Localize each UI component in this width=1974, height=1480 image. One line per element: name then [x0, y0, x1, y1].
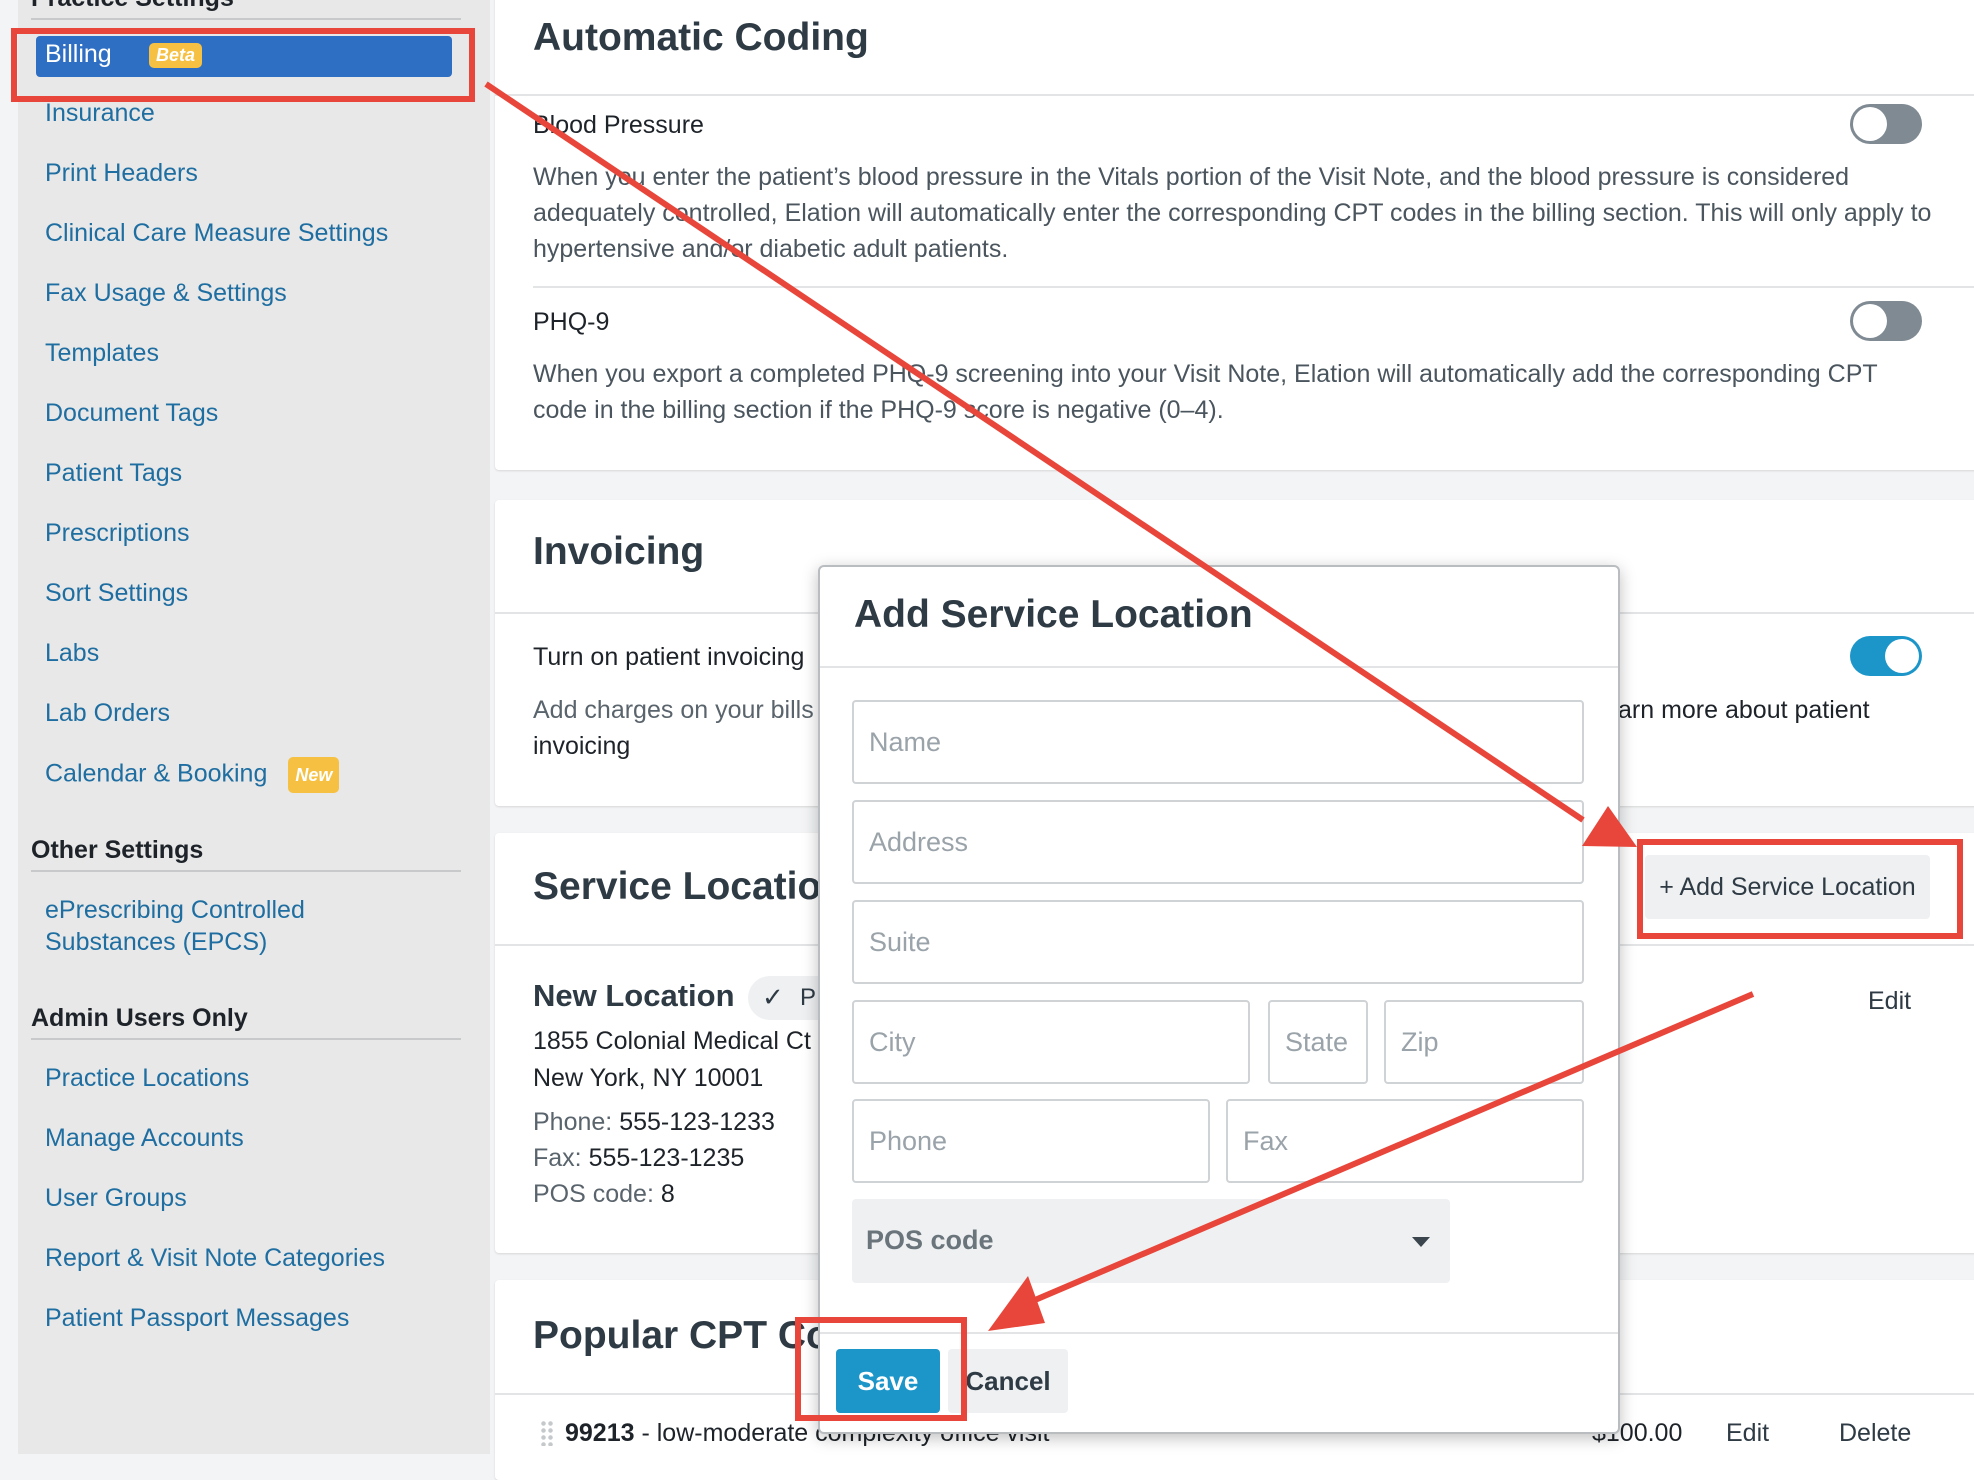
- sidebar-item-calendar-booking[interactable]: Calendar & Booking New: [45, 757, 340, 793]
- pos-value: 8: [660, 1180, 675, 1208]
- new-badge: New: [288, 757, 340, 793]
- sidebar-item-label: Billing: [45, 40, 112, 68]
- sidebar-item-patient-tags[interactable]: Patient Tags: [45, 457, 182, 489]
- blood-pressure-description: When you enter the patient’s blood press…: [533, 163, 1932, 263]
- suite-input[interactable]: [852, 900, 1584, 984]
- address-input[interactable]: [852, 800, 1584, 884]
- fax-value: 555-123-1235: [588, 1144, 745, 1172]
- cpt-edit-button[interactable]: Edit: [1726, 1419, 1769, 1448]
- sidebar-heading-practice: Practice Settings: [31, 0, 461, 20]
- address-line-2: New York, NY 10001: [533, 1064, 764, 1092]
- sidebar-item-print-headers[interactable]: Print Headers: [45, 157, 198, 189]
- blood-pressure-title: Blood Pressure: [533, 111, 704, 139]
- cpt-delete-button[interactable]: Delete: [1839, 1419, 1911, 1448]
- divider: [533, 286, 1974, 288]
- fax-line: Fax: 555-123-1235: [533, 1144, 744, 1173]
- caret-down-icon: [1412, 1237, 1430, 1247]
- cancel-button[interactable]: Cancel: [948, 1349, 1068, 1413]
- automatic-coding-title: Automatic Coding: [533, 16, 869, 59]
- popular-cpt-title: Popular CPT Co: [533, 1314, 830, 1357]
- pos-code-label: POS code: [866, 1225, 994, 1255]
- phq9-title: PHQ-9: [533, 308, 610, 336]
- pill-label: P: [800, 984, 817, 1011]
- sidebar-item-prescriptions[interactable]: Prescriptions: [45, 517, 190, 549]
- drag-handle-icon[interactable]: [540, 1420, 554, 1446]
- learn-more-link-continued[interactable]: invoicing: [533, 732, 630, 761]
- beta-badge: Beta: [149, 43, 203, 68]
- save-button[interactable]: Save: [836, 1349, 940, 1413]
- patient-invoicing-toggle[interactable]: [1850, 636, 1922, 676]
- fax-input[interactable]: [1226, 1099, 1584, 1183]
- automatic-coding-card: Automatic Coding Blood Pressure When you…: [495, 0, 1974, 470]
- fax-label: Fax:: [533, 1144, 582, 1172]
- divider: [495, 94, 1974, 96]
- toggle-knob: [1853, 304, 1887, 338]
- address-line-1: 1855 Colonial Medical Ct: [533, 1027, 811, 1055]
- check-icon: ✓: [762, 982, 784, 1012]
- sidebar-item-practice-locations[interactable]: Practice Locations: [45, 1062, 249, 1094]
- invoicing-title: Invoicing: [533, 530, 705, 573]
- location-name: New Location: [533, 978, 735, 1013]
- sidebar-item-insurance[interactable]: Insurance: [45, 97, 155, 129]
- sidebar-item-clinical-care[interactable]: Clinical Care Measure Settings: [45, 217, 388, 249]
- edit-location-button[interactable]: Edit: [1868, 987, 1911, 1016]
- sidebar-item-label: Calendar & Booking: [45, 759, 268, 788]
- patient-invoicing-title: Turn on patient invoicing: [533, 643, 805, 671]
- pos-label: POS code:: [533, 1180, 654, 1208]
- sidebar-item-report-categories[interactable]: Report & Visit Note Categories: [45, 1242, 385, 1274]
- phone-value: 555-123-1233: [619, 1108, 775, 1136]
- pos-line: POS code: 8: [533, 1180, 675, 1209]
- sidebar-item-patient-passport[interactable]: Patient Passport Messages: [45, 1302, 349, 1334]
- sidebar-item-document-tags[interactable]: Document Tags: [45, 397, 218, 429]
- settings-sidebar: Practice Settings Billing Beta Insurance…: [18, 0, 490, 1454]
- phone-input[interactable]: [852, 1099, 1210, 1183]
- state-input[interactable]: [1268, 1000, 1368, 1084]
- sidebar-item-templates[interactable]: Templates: [45, 337, 159, 369]
- add-service-location-modal: Add Service Location POS code Save Cance…: [818, 565, 1620, 1434]
- sidebar-item-lab-orders[interactable]: Lab Orders: [45, 697, 170, 729]
- sidebar-item-sort-settings[interactable]: Sort Settings: [45, 577, 188, 609]
- phq9-toggle[interactable]: [1850, 301, 1922, 341]
- zip-input[interactable]: [1384, 1000, 1584, 1084]
- toggle-knob: [1853, 107, 1887, 141]
- sidebar-item-manage-accounts[interactable]: Manage Accounts: [45, 1122, 244, 1154]
- pos-code-select[interactable]: POS code: [852, 1199, 1450, 1283]
- sidebar-item-epcs[interactable]: ePrescribing Controlled Substances (EPCS…: [45, 894, 305, 958]
- sidebar-heading-other: Other Settings: [31, 836, 461, 872]
- divider: [820, 666, 1618, 668]
- city-input[interactable]: [852, 1000, 1250, 1084]
- phone-label: Phone:: [533, 1108, 613, 1136]
- sidebar-item-labs[interactable]: Labs: [45, 637, 99, 669]
- name-input[interactable]: [852, 700, 1584, 784]
- blood-pressure-toggle[interactable]: [1850, 104, 1922, 144]
- sidebar-item-label: Substances (EPCS): [45, 928, 268, 956]
- sidebar-item-label: ePrescribing Controlled: [45, 896, 305, 924]
- phone-line: Phone: 555-123-1233: [533, 1108, 775, 1137]
- cpt-code: 99213: [565, 1419, 635, 1447]
- phq9-description: When you export a completed PHQ-9 screen…: [533, 360, 1878, 424]
- sidebar-item-fax-usage[interactable]: Fax Usage & Settings: [45, 277, 287, 309]
- service-locations-title: Service Locatior: [533, 865, 837, 908]
- divider: [820, 1332, 1618, 1334]
- sidebar-heading-admin: Admin Users Only: [31, 1004, 461, 1040]
- learn-more-link[interactable]: arn more about patient: [1618, 696, 1870, 725]
- sidebar-item-billing[interactable]: Billing Beta: [36, 36, 452, 77]
- sidebar-item-user-groups[interactable]: User Groups: [45, 1182, 187, 1214]
- add-service-location-button[interactable]: + Add Service Location: [1645, 855, 1930, 919]
- modal-title: Add Service Location: [854, 593, 1253, 636]
- patient-invoicing-description: Add charges on your bills: [533, 696, 814, 724]
- toggle-knob: [1885, 639, 1919, 673]
